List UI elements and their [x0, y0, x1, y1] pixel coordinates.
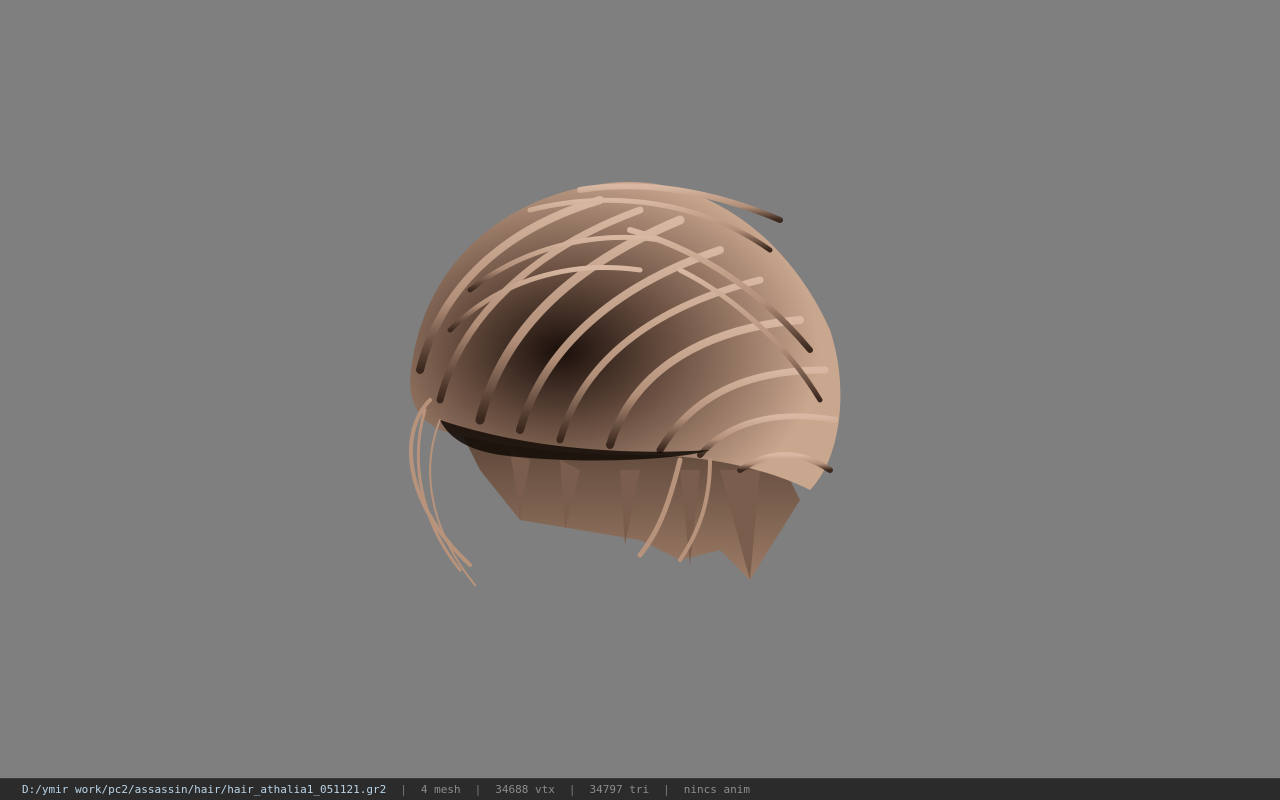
separator: |	[474, 783, 482, 796]
hair-model[interactable]	[380, 170, 860, 600]
separator: |	[568, 783, 576, 796]
3d-viewport[interactable]	[0, 0, 1280, 778]
separator: |	[400, 783, 407, 796]
status-bar: D:/ymir work/pc2/assassin/hair/hair_atha…	[0, 778, 1280, 800]
separator: |	[663, 783, 670, 796]
mesh-count: 4 mesh	[420, 783, 461, 796]
file-path: D:/ymir work/pc2/assassin/hair/hair_atha…	[22, 783, 387, 796]
anim-status: nincs anim	[683, 783, 750, 796]
vertex-count: 34688 vtx	[495, 783, 555, 796]
triangle-count: 34797 tri	[589, 783, 650, 796]
